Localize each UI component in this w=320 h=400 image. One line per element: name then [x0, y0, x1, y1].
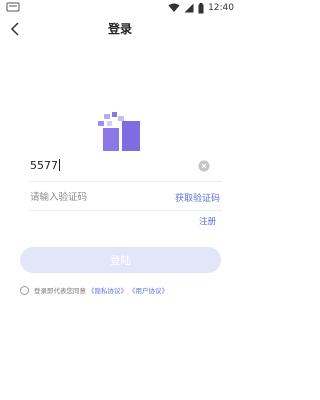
status-bar: 12:40 [0, 0, 240, 16]
agreement-row: 登录即代表您同意 《隐私协议》 《用户协议》 [20, 284, 168, 296]
user-agreement-link[interactable]: 《用户协议》 [129, 285, 168, 295]
signal-icon [184, 3, 194, 13]
code-divider [28, 210, 222, 211]
agreement-text: 登录即代表您同意 [34, 287, 86, 295]
phone-input[interactable]: 5577 [30, 156, 212, 178]
privacy-policy-link[interactable]: 《隐私协议》 [88, 285, 127, 295]
code-row: 获取验证码 [30, 188, 222, 208]
status-time: 12:40 [208, 3, 234, 13]
agreement-checkbox[interactable] [20, 285, 29, 295]
notification-icon [6, 2, 20, 12]
text-caret [59, 159, 60, 171]
register-link[interactable]: 注册 [199, 215, 216, 227]
phone-value: 5577 [30, 159, 60, 172]
wifi-icon [168, 3, 180, 12]
get-code-button[interactable]: 获取验证码 [175, 191, 220, 204]
clear-icon[interactable] [198, 160, 210, 172]
login-button[interactable]: 登陆 [20, 247, 221, 273]
page-title: 登录 [107, 22, 132, 36]
battery-icon [198, 2, 204, 13]
app-logo [98, 112, 140, 151]
status-icons: 12:40 [168, 1, 234, 15]
phone-divider [28, 181, 222, 182]
verification-code-input[interactable] [30, 188, 150, 206]
